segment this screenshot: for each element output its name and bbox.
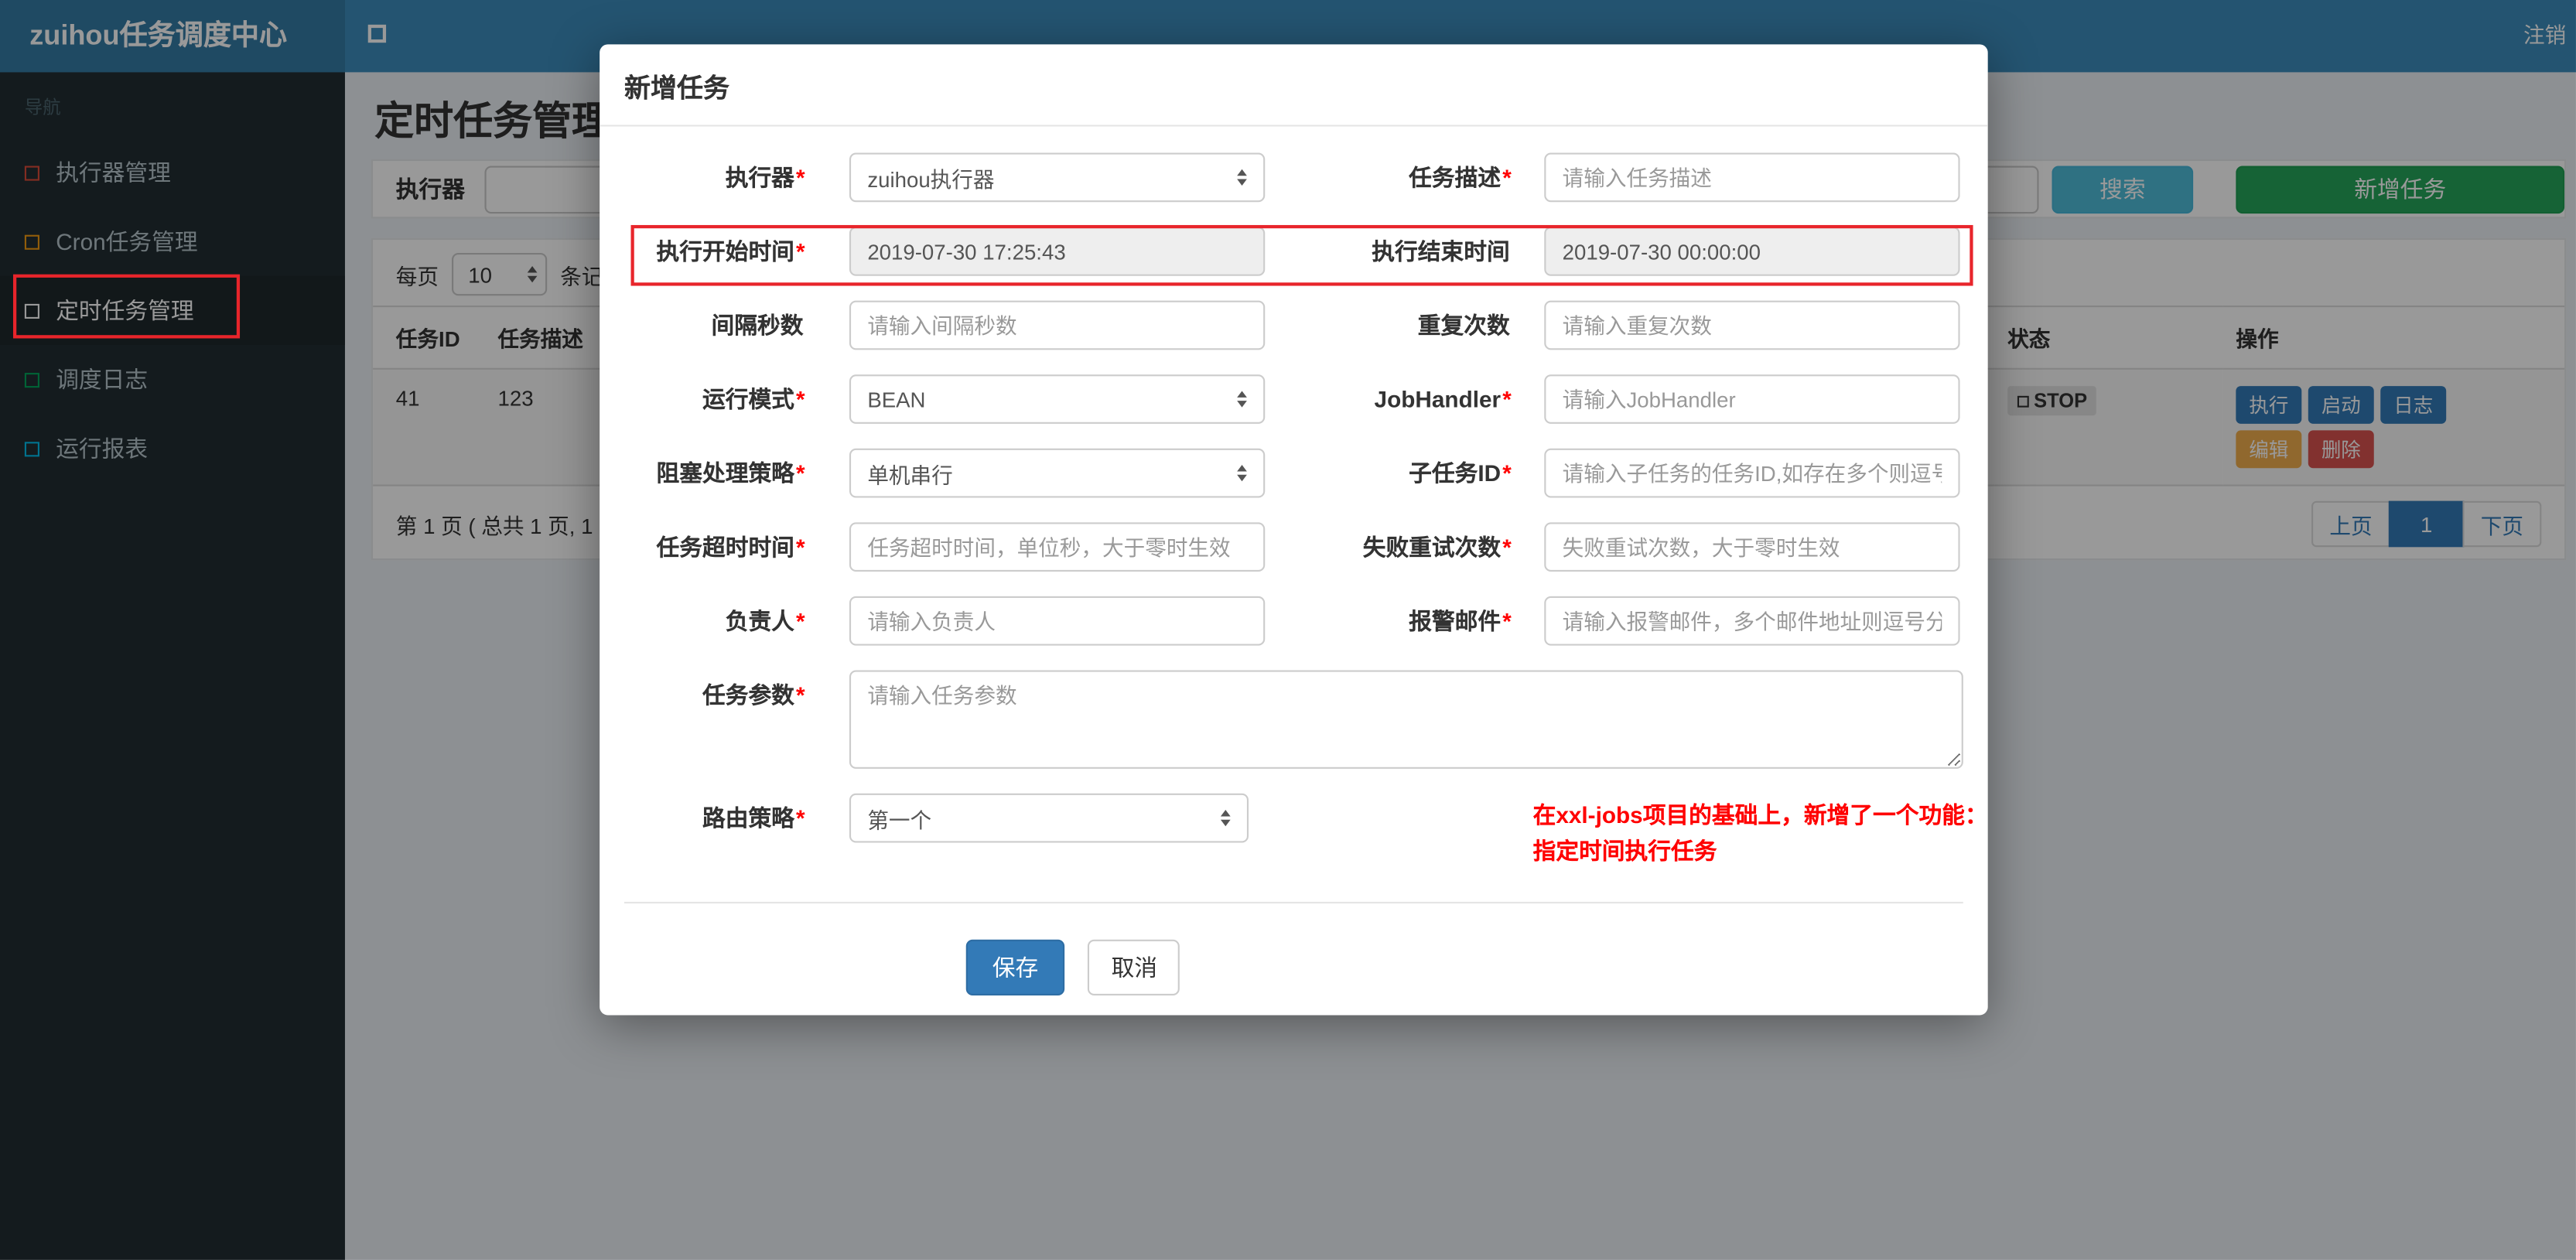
owner-input[interactable]: [849, 596, 1266, 646]
end-time-label: 执行结束时间: [1372, 237, 1510, 265]
job-params-label: 任务参数 *: [702, 681, 805, 709]
modal-body: 执行器* zuihou执行器 任务描述* 执行开始时间* 执行结束时间 间隔秒数…: [600, 127, 1988, 995]
form-row: 执行器 * zuihou执行器 任务描述 *: [600, 152, 1988, 203]
select-arrows-icon: [1237, 391, 1247, 408]
job-desc-label: 任务描述 *: [1409, 164, 1512, 191]
form-row: 运行模式 * BEAN JobHandler *: [600, 374, 1988, 424]
add-task-modal: 新增任务 执行器* zuihou执行器 任务描述* 执行开始时间* 执行结束时间…: [600, 44, 1988, 1016]
feature-note: 在xxl-jobs项目的基础上，新增了一个功能： 指定时间执行任务: [1533, 794, 1988, 869]
job-desc-input[interactable]: [1544, 152, 1960, 203]
feature-note-line1: 在xxl-jobs项目的基础上，新增了一个功能：: [1532, 801, 1988, 828]
form-row: 任务超时时间* 失败重试次数*: [600, 522, 1988, 572]
timeout-input[interactable]: [849, 522, 1266, 572]
child-jobid-label: 子任务ID *: [1409, 459, 1512, 487]
route-strategy-label: 路由策略 *: [702, 804, 805, 831]
feature-note-line2: 指定时间执行任务: [1532, 838, 1717, 865]
interval-label: 间隔秒数: [711, 312, 804, 339]
block-strategy-label: 阻塞处理策略 *: [656, 459, 805, 487]
form-row: 间隔秒数 重复次数: [600, 300, 1988, 350]
alarm-email-label: 报警邮件 *: [1409, 607, 1512, 634]
retry-count-label: 失败重试次数 *: [1362, 534, 1512, 561]
modal-footer: 保存 取消: [624, 901, 1963, 995]
run-mode-select[interactable]: BEAN: [849, 374, 1266, 424]
form-row: 阻塞处理策略 * 单机串行 子任务ID *: [600, 448, 1988, 498]
retry-count-input[interactable]: [1544, 522, 1960, 572]
start-time-input[interactable]: [849, 227, 1266, 276]
form-row: 负责人* 报警邮件*: [600, 596, 1988, 646]
route-strategy-select[interactable]: 第一个: [849, 793, 1249, 843]
modal-title: 新增任务: [624, 74, 729, 103]
form-row-params: 任务参数 *: [600, 670, 1988, 769]
modal-header: 新增任务: [600, 44, 1988, 127]
repeat-count-input[interactable]: [1544, 300, 1960, 350]
form-row-exec-time: 执行开始时间* 执行结束时间: [600, 227, 1988, 276]
jobhandler-input[interactable]: [1544, 374, 1960, 424]
executor-select[interactable]: zuihou执行器: [849, 152, 1266, 203]
child-jobid-input[interactable]: [1544, 448, 1960, 498]
select-arrows-icon: [1221, 809, 1231, 827]
start-time-label: 执行开始时间 *: [656, 237, 805, 265]
timeout-label: 任务超时时间 *: [656, 534, 805, 561]
app-viewport: zuihou任务调度中心 注销 导航 执行器管理 Cron任务管理 定时任务管理…: [0, 0, 2576, 1260]
select-arrows-icon: [1237, 169, 1247, 186]
job-params-textarea[interactable]: [849, 670, 1963, 769]
end-time-input[interactable]: [1544, 227, 1960, 276]
jobhandler-label: JobHandler *: [1374, 386, 1512, 413]
cancel-button[interactable]: 取消: [1088, 939, 1180, 995]
save-button[interactable]: 保存: [965, 939, 1065, 995]
owner-label: 负责人 *: [725, 607, 805, 634]
alarm-email-input[interactable]: [1544, 596, 1960, 646]
repeat-count-label: 重复次数: [1417, 312, 1510, 339]
interval-input[interactable]: [849, 300, 1266, 350]
form-row-route: 路由策略 * 第一个 在xxl-jobs项目的基础上，新增了一个功能： 指定时间执…: [600, 793, 1988, 869]
run-mode-label: 运行模式 *: [702, 386, 805, 413]
block-strategy-select[interactable]: 单机串行: [849, 448, 1266, 498]
executor-label: 执行器 *: [725, 164, 805, 191]
select-arrows-icon: [1237, 465, 1247, 482]
